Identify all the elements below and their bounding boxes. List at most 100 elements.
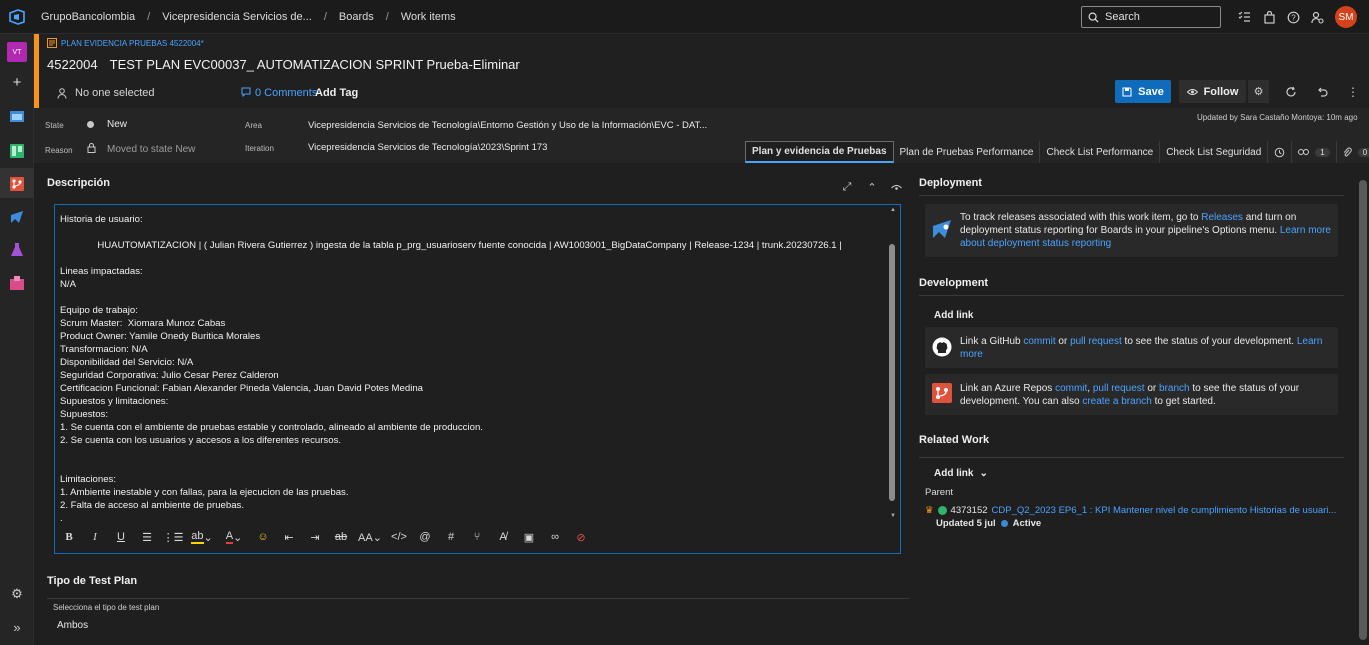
github-commit-link[interactable]: commit [1023,336,1055,347]
tab-check-list-performance[interactable]: Check List Performance [1040,141,1161,163]
save-button[interactable]: Save [1115,80,1171,103]
follow-button[interactable]: Follow [1179,80,1246,103]
azure-pull-request-link[interactable]: pull request [1093,383,1145,394]
breadcrumb-work-items[interactable]: Work items [401,11,456,23]
description-line: Equipo de trabajo: [60,305,138,316]
insert-image-icon[interactable]: ▣ [516,527,542,547]
development-add-link-button[interactable]: Add link [934,310,973,321]
tab-history[interactable] [1268,141,1293,163]
chevron-up-icon[interactable]: ⌃ [865,180,879,194]
comments-link[interactable]: 0 Comments [241,87,317,99]
test-plans-icon[interactable] [7,240,27,260]
breadcrumb-boards[interactable]: Boards [339,11,374,23]
font-color-icon[interactable]: A ⌄ [218,527,250,547]
work-item-title[interactable]: 4522004 TEST PLAN EVC00037_ AUTOMATIZACIO… [47,57,520,72]
shopping-bag-icon[interactable] [1261,9,1277,25]
search-input[interactable]: Search [1081,6,1221,28]
tab-plan-pruebas-performance[interactable]: Plan de Pruebas Performance [894,141,1041,163]
code-icon[interactable]: </> [386,527,412,547]
mention-icon[interactable]: @ [412,527,438,547]
task-list-icon[interactable] [1236,9,1252,25]
status-badge [1000,520,1008,527]
underline-icon[interactable]: U [108,527,134,547]
related-add-link-button[interactable]: Add link ⌄ [934,468,988,479]
user-settings-icon[interactable] [1309,9,1325,25]
help-icon[interactable]: ? [1285,9,1301,25]
tab-plan-evidencia-pruebas[interactable]: Plan y evidencia de Pruebas [745,141,894,163]
add-tag-button[interactable]: Add Tag [315,87,358,99]
link-icon [1298,149,1310,155]
italic-icon[interactable]: I [82,527,108,547]
follow-label: Follow [1203,85,1239,98]
assigned-to-value: No one selected [75,87,155,99]
scroll-up-arrow-icon[interactable]: ▲ [890,207,896,213]
assigned-to-field[interactable]: No one selected [57,87,155,99]
boards-icon[interactable] [7,141,27,161]
refresh-icon[interactable] [1284,85,1298,99]
repos-icon[interactable] [7,174,27,194]
strikethrough-icon[interactable]: ab [328,527,354,547]
parent-title[interactable]: CDP_Q2_2023 EP6_1 : KPI Mantener nivel d… [992,505,1337,516]
pipelines-icon[interactable] [7,207,27,227]
project-avatar[interactable]: VT [7,42,27,62]
bold-icon[interactable]: B [56,527,82,547]
description-line: 2. Falta de acceso al ambiente de prueba… [60,500,244,511]
deployment-title: Deployment [919,177,982,189]
hashtag-icon[interactable]: # [438,527,464,547]
azure-branch-link[interactable]: branch [1159,383,1190,394]
description-editor[interactable]: Historia de usuario: HUAUTOMATIZACION | … [54,204,901,554]
add-icon[interactable]: + [7,72,27,92]
attachments-count: 0 [1357,147,1369,157]
description-line: Scrum Master: Xiomara Munoz Cabas [60,318,226,329]
numbered-list-icon[interactable]: ⋮☰ [160,527,186,547]
description-line: N/A [60,279,76,290]
emoji-icon[interactable]: ☺ [250,527,276,547]
clear-format-icon[interactable]: A̸ [490,527,516,547]
tab-check-list-seguridad[interactable]: Check List Seguridad [1160,141,1269,163]
tab-attachments[interactable]: 0 [1337,141,1369,163]
expand-rail-icon[interactable]: » [7,617,27,637]
insert-link-icon[interactable]: ∞ [542,527,568,547]
history-icon [1274,147,1285,157]
pull-request-mention-icon[interactable]: ⑂ [464,527,490,547]
undo-icon[interactable] [1315,85,1329,99]
description-scrollbar-thumb[interactable] [889,244,895,501]
description-line: 2. Se cuenta con los usuarios y accesos … [60,435,342,446]
github-pull-request-link[interactable]: pull request [1070,336,1122,347]
font-size-icon[interactable]: AA⌄ [354,527,386,547]
area-field[interactable]: Vicepresidencia Servicios de Tecnología\… [308,120,707,131]
create-branch-link[interactable]: create a branch [1082,396,1152,407]
avatar[interactable]: SM [1335,6,1357,28]
iteration-field[interactable]: Vicepresidencia Servicios de Tecnología\… [308,142,547,153]
highlight-icon[interactable]: ab ⌄ [186,527,218,547]
work-item-title-text[interactable]: TEST PLAN EVC00037_ AUTOMATIZACION SPRIN… [110,57,520,72]
description-line [60,460,885,473]
breadcrumb-organization[interactable]: GrupoBancolombia [41,11,135,23]
azure-devops-logo-icon[interactable] [0,0,34,34]
tab-links[interactable]: 1 [1292,141,1337,163]
comment-icon [241,87,251,97]
state-field[interactable]: New [107,119,127,130]
remove-link-icon[interactable]: ⊘ [568,527,594,547]
releases-link[interactable]: Releases [1201,212,1243,223]
more-actions-icon[interactable]: ⋮ [1346,85,1360,99]
maximize-icon[interactable]: ⤢ [840,180,854,194]
parent-link[interactable]: ♛ 4373152 CDP_Q2_2023 EP6_1 : KPI Manten… [925,505,1336,516]
gear-icon[interactable]: ⚙ [1248,80,1269,103]
artifacts-icon[interactable] [7,273,27,293]
parent-updated: Updated 5 jul [936,518,996,529]
indent-icon[interactable]: ⇥ [302,527,328,547]
breadcrumb-project[interactable]: Vicepresidencia Servicios de... [162,11,312,23]
description-content[interactable]: Historia de usuario: HUAUTOMATIZACION | … [60,213,885,528]
overview-icon[interactable] [7,106,27,126]
description-line [60,226,885,239]
page-scrollbar-thumb[interactable] [1359,180,1367,640]
outdent-icon[interactable]: ⇤ [276,527,302,547]
project-settings-icon[interactable]: ⚙ [7,584,27,604]
azure-commit-link[interactable]: commit [1055,383,1087,394]
description-line [60,291,885,304]
visibility-icon[interactable] [889,180,903,194]
scroll-down-arrow-icon[interactable]: ▼ [890,513,896,519]
test-plan-type-select[interactable]: Ambos [57,620,88,631]
bullet-list-icon[interactable]: ☰ [134,527,160,547]
